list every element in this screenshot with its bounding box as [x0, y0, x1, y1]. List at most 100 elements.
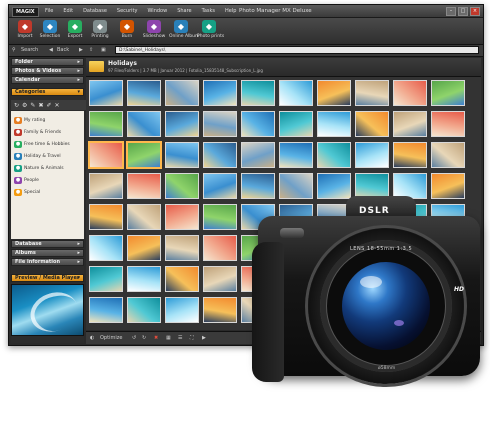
panel-file-information[interactable]: File information ▸: [11, 258, 84, 266]
toolbar-button-online-album[interactable]: ◆ Online Album: [169, 20, 199, 39]
photo-thumbnail[interactable]: [127, 204, 161, 230]
photo-thumbnail[interactable]: [89, 142, 123, 168]
category-item[interactable]: ● Special: [14, 189, 40, 196]
photo-thumbnail[interactable]: [317, 142, 351, 168]
photo-thumbnail[interactable]: [203, 80, 237, 106]
photo-thumbnail[interactable]: [165, 142, 199, 168]
path-field[interactable]: D:\Sabine\_Holidays\: [115, 46, 479, 54]
photo-thumbnail[interactable]: [355, 80, 389, 106]
menu-item-file[interactable]: File: [45, 7, 53, 15]
photo-thumbnail[interactable]: [127, 142, 161, 168]
toolbar-button-selection[interactable]: ◆ Selection: [38, 20, 62, 39]
photo-thumbnail[interactable]: [165, 235, 199, 261]
category-item[interactable]: ● My rating: [14, 117, 45, 124]
photo-thumbnail[interactable]: [165, 266, 199, 292]
maximize-button[interactable]: □: [458, 7, 468, 16]
photo-thumbnail[interactable]: [203, 173, 237, 199]
menu-item-tasks[interactable]: Tasks: [202, 7, 215, 15]
photo-thumbnail[interactable]: [203, 142, 237, 168]
category-item[interactable]: ● Nature & Animals: [14, 165, 64, 172]
photo-thumbnail[interactable]: [165, 173, 199, 199]
photo-thumbnail[interactable]: [279, 80, 313, 106]
category-item[interactable]: ● People: [14, 177, 39, 184]
forward-arrow-icon[interactable]: ▶: [79, 46, 83, 55]
menu-item-database[interactable]: Database: [83, 7, 107, 15]
photo-thumbnail[interactable]: [279, 111, 313, 137]
toolbar-button-export[interactable]: ◆ Export: [63, 20, 87, 39]
back-arrow-icon[interactable]: ◀: [49, 46, 53, 55]
photo-thumbnail[interactable]: [127, 173, 161, 199]
category-item[interactable]: ● Free time & Hobbies: [14, 141, 70, 148]
photo-thumbnail[interactable]: [127, 266, 161, 292]
list-view-icon[interactable]: ☰: [178, 334, 182, 342]
photo-thumbnail[interactable]: [89, 204, 123, 230]
photo-thumbnail[interactable]: [165, 111, 199, 137]
grid-view-icon[interactable]: ▦: [166, 334, 171, 342]
category-item[interactable]: ● Family & Friends: [14, 129, 61, 136]
photo-thumbnail[interactable]: [89, 235, 123, 261]
photo-thumbnail[interactable]: [89, 111, 123, 137]
search-button[interactable]: Search: [21, 46, 38, 55]
delete-icon[interactable]: ✕: [55, 102, 60, 109]
menu-item-security[interactable]: Security: [117, 7, 138, 15]
photo-thumbnail[interactable]: [127, 111, 161, 137]
toolbar-button-photo-prints[interactable]: ◆ Photo prints: [197, 20, 224, 39]
photo-thumbnail[interactable]: [127, 297, 161, 323]
toolbar-button-slideshow[interactable]: ◆ Slideshow: [142, 20, 166, 39]
photo-thumbnail[interactable]: [393, 80, 427, 106]
menu-item-edit[interactable]: Edit: [63, 7, 73, 15]
photo-thumbnail[interactable]: [165, 297, 199, 323]
photo-thumbnail[interactable]: [89, 266, 123, 292]
photo-thumbnail[interactable]: [203, 235, 237, 261]
panel-calendar[interactable]: Calendar ▸: [11, 76, 84, 84]
photo-thumbnail[interactable]: [127, 80, 161, 106]
photo-thumbnail[interactable]: [203, 266, 237, 292]
toolbar-button-printing[interactable]: ◆ Printing: [88, 20, 112, 39]
photo-thumbnail[interactable]: [393, 111, 427, 137]
tag-icon[interactable]: ✎: [30, 102, 35, 109]
up-folder-icon[interactable]: ⇧: [89, 46, 93, 55]
photo-thumbnail[interactable]: [203, 297, 237, 323]
photo-thumbnail[interactable]: [355, 142, 389, 168]
refresh-icon[interactable]: ↻: [14, 102, 19, 109]
search-icon[interactable]: ⚲: [12, 46, 16, 55]
remove-tag-icon[interactable]: ✖: [38, 102, 43, 109]
rotate-left-icon[interactable]: ↺: [132, 334, 136, 342]
minimize-button[interactable]: –: [446, 7, 456, 16]
panel-folder[interactable]: Folder ▸: [11, 58, 84, 66]
photo-thumbnail[interactable]: [89, 173, 123, 199]
panel-categories[interactable]: Categories ▾: [11, 88, 84, 96]
menu-item-help[interactable]: Help: [225, 7, 236, 15]
menu-item-share[interactable]: Share: [177, 7, 191, 15]
settings-icon[interactable]: ⚙: [22, 102, 27, 109]
browse-folder-icon[interactable]: ▣: [101, 46, 106, 55]
edit-icon[interactable]: ✐: [46, 102, 51, 109]
panel-preview-media-player[interactable]: Preview / Media Player ▾: [11, 274, 84, 282]
panel-photos-videos[interactable]: Photos & Videos ▸: [11, 67, 84, 75]
optimize-icon[interactable]: ◐: [90, 334, 94, 342]
photo-thumbnail[interactable]: [203, 111, 237, 137]
photo-thumbnail[interactable]: [165, 80, 199, 106]
photo-thumbnail[interactable]: [89, 297, 123, 323]
fullscreen-icon[interactable]: ⛶: [190, 334, 194, 342]
slideshow-icon[interactable]: ▶: [202, 334, 206, 342]
photo-thumbnail[interactable]: [317, 80, 351, 106]
rotate-right-icon[interactable]: ↻: [142, 334, 146, 342]
photo-thumbnail[interactable]: [431, 142, 465, 168]
photo-thumbnail[interactable]: [241, 80, 275, 106]
menu-item-window[interactable]: Window: [147, 7, 167, 15]
toolbar-button-burn[interactable]: ◆ Burn: [115, 20, 139, 39]
photo-thumbnail[interactable]: [355, 111, 389, 137]
delete-icon[interactable]: ✖: [154, 334, 158, 342]
photo-thumbnail[interactable]: [317, 111, 351, 137]
back-button[interactable]: Back: [57, 46, 69, 55]
photo-thumbnail[interactable]: [89, 80, 123, 106]
photo-thumbnail[interactable]: [165, 204, 199, 230]
close-button[interactable]: ×: [470, 7, 480, 16]
photo-thumbnail[interactable]: [279, 142, 313, 168]
photo-thumbnail[interactable]: [203, 204, 237, 230]
photo-thumbnail[interactable]: [241, 111, 275, 137]
toolbar-button-import[interactable]: ◆ Import: [13, 20, 37, 39]
photo-thumbnail[interactable]: [393, 142, 427, 168]
photo-thumbnail[interactable]: [241, 142, 275, 168]
